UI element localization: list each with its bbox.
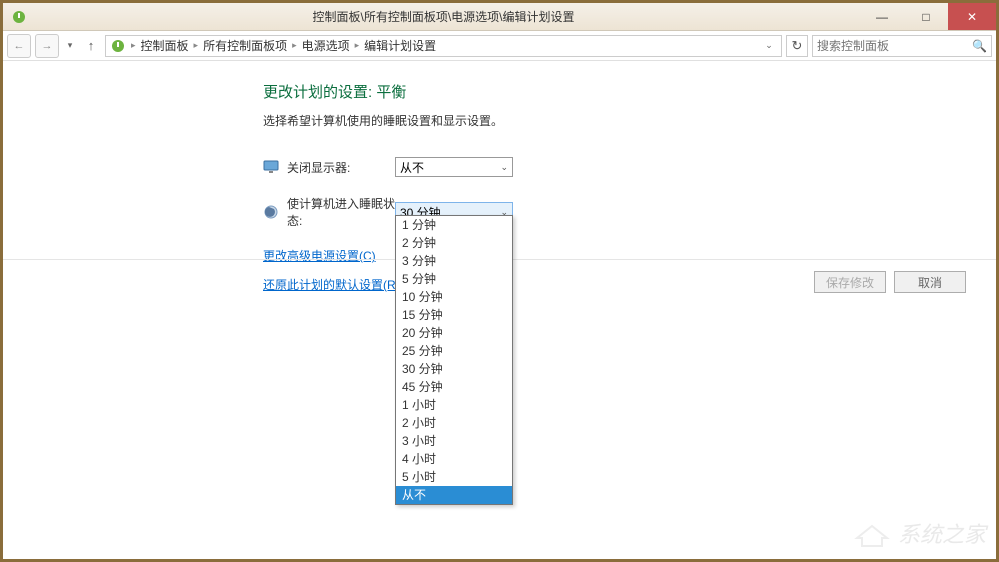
sleep-dropdown-list: 1 分钟2 分钟3 分钟5 分钟10 分钟15 分钟20 分钟25 分钟30 分… (395, 215, 513, 505)
display-off-value: 从不 (400, 159, 424, 176)
dropdown-item[interactable]: 45 分钟 (396, 378, 512, 396)
dropdown-item[interactable]: 10 分钟 (396, 288, 512, 306)
dropdown-item[interactable]: 30 分钟 (396, 360, 512, 378)
close-button[interactable]: ✕ (948, 3, 996, 30)
chevron-right-icon: ▸ (292, 40, 297, 51)
breadcrumb-item[interactable]: 编辑计划设置 (364, 37, 436, 54)
footer-buttons: 保存修改 取消 (814, 271, 966, 293)
nav-forward-button[interactable]: → (35, 34, 59, 58)
nav-history-dropdown[interactable]: ▾ (63, 40, 77, 51)
breadcrumb-item[interactable]: 电源选项 (302, 37, 350, 54)
setting-row-display: 关闭显示器: 从不 ⌄ (263, 157, 996, 177)
dropdown-item[interactable]: 15 分钟 (396, 306, 512, 324)
window-controls: — □ ✕ (860, 3, 996, 30)
dropdown-item[interactable]: 20 分钟 (396, 324, 512, 342)
chevron-down-icon: ⌄ (500, 162, 508, 173)
control-panel-icon (110, 38, 126, 54)
titlebar: 控制面板\所有控制面板项\电源选项\编辑计划设置 — □ ✕ (3, 3, 996, 31)
breadcrumb-item[interactable]: 控制面板 (141, 37, 189, 54)
minimize-button[interactable]: — (860, 3, 904, 30)
chevron-right-icon: ▸ (355, 40, 360, 51)
window: 控制面板\所有控制面板项\电源选项\编辑计划设置 — □ ✕ ← → ▾ ↑ ▸… (3, 3, 996, 559)
navbar: ← → ▾ ↑ ▸ 控制面板 ▸ 所有控制面板项 ▸ 电源选项 ▸ 编辑计划设置… (3, 31, 996, 61)
dropdown-item[interactable]: 3 小时 (396, 432, 512, 450)
display-off-label: 关闭显示器: (287, 159, 395, 176)
search-box[interactable]: 🔍 (812, 35, 992, 57)
dropdown-item[interactable]: 2 分钟 (396, 234, 512, 252)
display-icon (263, 159, 279, 175)
setting-row-sleep: 使计算机进入睡眠状态: 30 分钟 ⌄ 1 分钟2 分钟3 分钟5 分钟10 分… (263, 195, 996, 229)
page-description: 选择希望计算机使用的睡眠设置和显示设置。 (263, 112, 996, 129)
content-area: 更改计划的设置: 平衡 选择希望计算机使用的睡眠设置和显示设置。 关闭显示器: … (3, 61, 996, 559)
dropdown-item[interactable]: 5 小时 (396, 468, 512, 486)
maximize-button[interactable]: □ (904, 3, 948, 30)
breadcrumb[interactable]: ▸ 控制面板 ▸ 所有控制面板项 ▸ 电源选项 ▸ 编辑计划设置 ⌄ (105, 35, 782, 57)
dropdown-item[interactable]: 1 小时 (396, 396, 512, 414)
dropdown-item[interactable]: 1 分钟 (396, 216, 512, 234)
nav-back-button[interactable]: ← (7, 34, 31, 58)
window-title: 控制面板\所有控制面板项\电源选项\编辑计划设置 (27, 8, 860, 25)
dropdown-item[interactable]: 25 分钟 (396, 342, 512, 360)
dropdown-item[interactable]: 从不 (396, 486, 512, 504)
watermark-text: 系统之家 (898, 517, 986, 549)
cancel-button[interactable]: 取消 (894, 271, 966, 293)
display-off-select[interactable]: 从不 ⌄ (395, 157, 513, 177)
advanced-link-row: 更改高级电源设置(C) (263, 247, 996, 264)
chevron-right-icon: ▸ (131, 40, 136, 51)
save-button[interactable]: 保存修改 (814, 271, 886, 293)
refresh-button[interactable]: ↻ (786, 35, 808, 57)
sleep-icon (263, 204, 279, 220)
advanced-power-link[interactable]: 更改高级电源设置(C) (263, 249, 376, 263)
breadcrumb-item[interactable]: 所有控制面板项 (203, 37, 287, 54)
restore-defaults-link[interactable]: 还原此计划的默认设置(R) (263, 278, 400, 292)
dropdown-item[interactable]: 2 小时 (396, 414, 512, 432)
titlebar-icon (11, 9, 27, 25)
chevron-right-icon: ▸ (194, 40, 199, 51)
page-title: 更改计划的设置: 平衡 (263, 81, 996, 102)
dropdown-item[interactable]: 3 分钟 (396, 252, 512, 270)
search-input[interactable] (817, 39, 972, 53)
search-icon: 🔍 (972, 39, 987, 53)
breadcrumb-dropdown[interactable]: ⌄ (761, 40, 777, 51)
sleep-label: 使计算机进入睡眠状态: (287, 195, 395, 229)
watermark: 系统之家 (852, 517, 986, 549)
dropdown-item[interactable]: 5 分钟 (396, 270, 512, 288)
nav-up-button[interactable]: ↑ (81, 36, 101, 56)
dropdown-item[interactable]: 4 小时 (396, 450, 512, 468)
